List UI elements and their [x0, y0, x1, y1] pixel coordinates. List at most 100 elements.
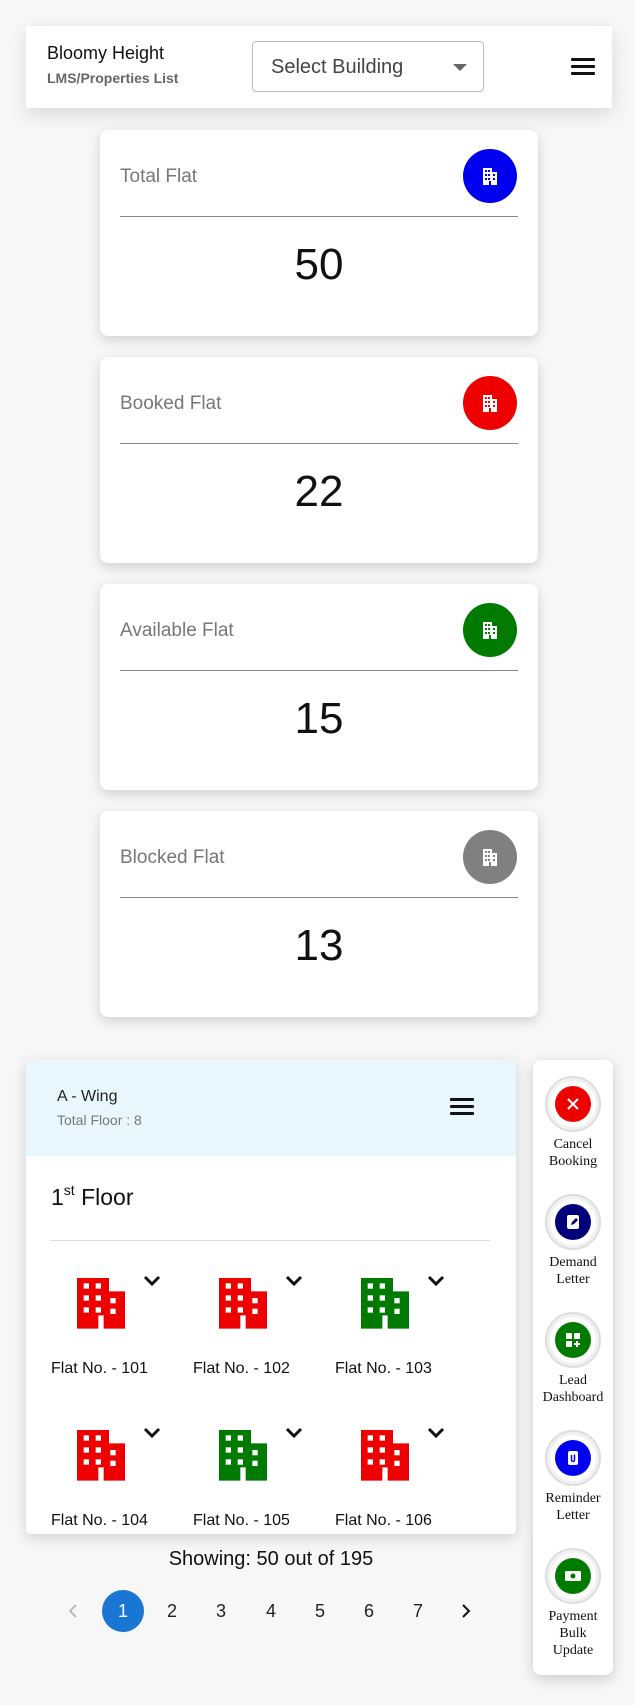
payment-bulk-update-button[interactable]: Payment Bulk Update	[533, 1548, 613, 1666]
flat-label: Flat No. - 101	[51, 1360, 148, 1377]
action-label: Lead Dashboard	[533, 1372, 613, 1406]
floor-number: 1	[51, 1184, 64, 1210]
flat-label: Flat No. - 106	[335, 1512, 432, 1529]
building-icon	[219, 1430, 267, 1481]
action-label-line: Reminder	[545, 1491, 601, 1506]
flat-label: Flat No. - 104	[51, 1512, 148, 1529]
building-icon	[219, 1278, 267, 1329]
chevron-left-icon[interactable]	[64, 1602, 82, 1620]
demand-letter-icon-ring	[545, 1194, 601, 1250]
caret-down-icon	[453, 64, 467, 71]
page-button[interactable]: 3	[200, 1590, 242, 1632]
action-sidebar: Cancel Booking Demand Letter Lead Dashboard…	[533, 1060, 613, 1675]
breadcrumb[interactable]: LMS/Properties List	[47, 70, 178, 86]
action-label-line: Booking	[548, 1154, 598, 1169]
building-icon	[463, 603, 517, 657]
top-header: Bloomy Height LMS/Properties List Select…	[26, 26, 612, 108]
dashboard-icon	[555, 1322, 591, 1358]
chevron-down-icon[interactable]	[142, 1426, 162, 1440]
floor-suffix: st	[63, 1182, 75, 1198]
action-label: Payment Bulk Update	[533, 1608, 613, 1659]
building-icon	[77, 1430, 125, 1481]
building-icon	[463, 830, 517, 884]
close-icon	[555, 1086, 591, 1122]
action-label-line: Letter	[556, 1508, 590, 1523]
chevron-down-icon[interactable]	[426, 1274, 446, 1288]
page-button[interactable]: 4	[250, 1590, 292, 1632]
building-icon	[361, 1430, 409, 1481]
payment-bulk-update-icon-ring	[545, 1548, 601, 1604]
action-label-line: Payment	[548, 1609, 598, 1624]
action-label-line: Dashboard	[542, 1390, 604, 1405]
divider	[120, 670, 518, 671]
stat-label: Available Flat	[120, 620, 234, 641]
wing-name: A - Wing	[57, 1088, 118, 1105]
menu-icon[interactable]	[571, 58, 595, 76]
page-button[interactable]: 7	[397, 1590, 439, 1632]
page-button[interactable]: 2	[151, 1590, 193, 1632]
divider	[120, 897, 518, 898]
flat-label: Flat No. - 103	[335, 1360, 432, 1377]
flat-label: Flat No. - 105	[193, 1512, 290, 1529]
building-icon	[77, 1278, 125, 1329]
chevron-down-icon[interactable]	[426, 1426, 446, 1440]
flat-item[interactable]: Flat No. - 103	[335, 1270, 465, 1410]
wing-header: A - Wing Total Floor : 8	[26, 1060, 516, 1156]
reminder-letter-button[interactable]: Reminder Letter	[533, 1430, 613, 1548]
cancel-booking-icon-ring	[545, 1076, 601, 1132]
page-button[interactable]: 6	[348, 1590, 390, 1632]
action-label-line: Cancel	[553, 1137, 593, 1152]
stat-value: 13	[294, 921, 344, 970]
stat-card-available: Available Flat 15	[100, 584, 538, 790]
divider	[120, 443, 518, 444]
chevron-down-icon[interactable]	[284, 1274, 304, 1288]
stat-value: 15	[294, 694, 344, 743]
action-label-line: Update	[552, 1643, 594, 1658]
stat-card-booked: Booked Flat 22	[100, 357, 538, 563]
action-label: Cancel Booking	[533, 1136, 613, 1170]
flat-item[interactable]: Flat No. - 105	[193, 1422, 323, 1534]
stat-label: Booked Flat	[120, 393, 222, 414]
project-title: Bloomy Height	[47, 43, 165, 63]
building-select-value: Select Building	[271, 56, 404, 78]
flat-label: Flat No. - 102	[193, 1360, 290, 1377]
floor-word: Floor	[81, 1184, 134, 1210]
attachment-icon	[555, 1440, 591, 1476]
page-button[interactable]: 5	[299, 1590, 341, 1632]
page-button[interactable]: 1	[102, 1590, 144, 1632]
payment-icon	[555, 1558, 591, 1594]
action-label-line: Lead	[559, 1373, 587, 1388]
chevron-down-icon[interactable]	[142, 1274, 162, 1288]
divider	[120, 216, 518, 217]
demand-letter-button[interactable]: Demand Letter	[533, 1194, 613, 1312]
stat-card-blocked: Blocked Flat 13	[100, 811, 538, 1017]
cancel-booking-button[interactable]: Cancel Booking	[533, 1076, 613, 1194]
chevron-down-icon[interactable]	[284, 1426, 304, 1440]
flat-item[interactable]: Flat No. - 102	[193, 1270, 323, 1410]
building-icon	[463, 149, 517, 203]
building-select[interactable]: Select Building	[252, 41, 484, 92]
building-icon	[463, 376, 517, 430]
flat-item[interactable]: Flat No. - 101	[51, 1270, 181, 1410]
reminder-letter-icon-ring	[545, 1430, 601, 1486]
action-label-line: Letter	[556, 1272, 590, 1287]
wing-total-floor: Total Floor : 8	[57, 1112, 142, 1128]
floor-title: 1st Floor	[51, 1182, 134, 1211]
stat-label: Total Flat	[120, 166, 198, 187]
action-label-line: Demand	[549, 1255, 597, 1270]
lead-dashboard-button[interactable]: Lead Dashboard	[533, 1312, 613, 1430]
wing-menu-icon[interactable]	[450, 1098, 474, 1116]
showing-count: Showing: 50 out of 195	[168, 1548, 374, 1570]
stat-value: 50	[294, 240, 344, 289]
stat-card-total: Total Flat 50	[100, 130, 538, 336]
action-label: Demand Letter	[533, 1254, 613, 1288]
flat-item[interactable]: Flat No. - 106	[335, 1422, 465, 1534]
stat-label: Blocked Flat	[120, 847, 225, 868]
action-label-line: Bulk	[559, 1626, 587, 1641]
flat-item[interactable]: Flat No. - 104	[51, 1422, 181, 1534]
stat-value: 22	[294, 467, 344, 516]
wing-panel: A - Wing Total Floor : 8 1st Floor Flat …	[26, 1060, 516, 1534]
chevron-right-icon[interactable]	[457, 1602, 475, 1620]
building-icon	[361, 1278, 409, 1329]
lead-dashboard-icon-ring	[545, 1312, 601, 1368]
